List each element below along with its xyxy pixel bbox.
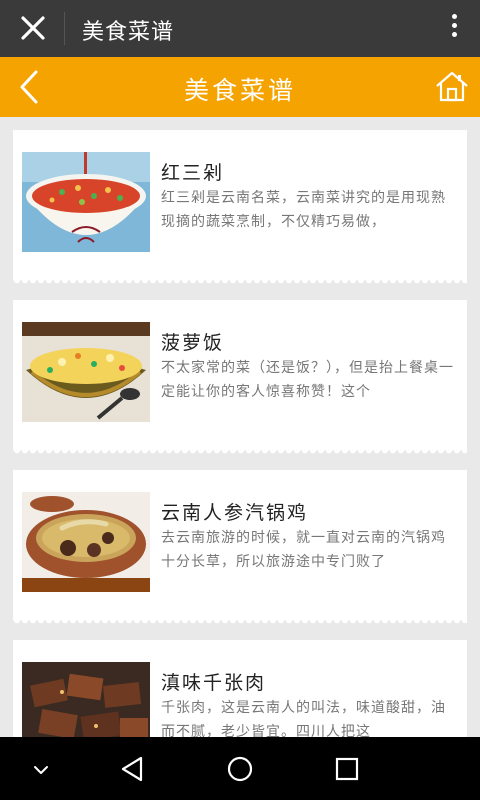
nav-back-button[interactable]: [116, 752, 150, 786]
app-topbar: 美食菜谱: [0, 0, 480, 57]
square-recents-icon: [335, 757, 359, 781]
system-nav-bar: [0, 737, 480, 800]
recipe-image-hongsanduo: [22, 152, 150, 252]
hide-keyboard-button[interactable]: [24, 752, 58, 786]
recipe-card[interactable]: 菠萝饭 不太家常的菜（还是饭？），但是抬上餐桌一定能让你的客人惊喜称赞！这个: [13, 300, 467, 458]
triangle-back-icon: [121, 756, 143, 782]
chevron-down-icon: [34, 766, 48, 774]
recipe-image-qianzhangrou: [22, 662, 150, 737]
recipe-description: 不太家常的菜（还是饭？），但是抬上餐桌一定能让你的客人惊喜称赞！这个: [161, 360, 454, 400]
page-title: 美食菜谱: [183, 76, 296, 105]
home-icon: [436, 71, 468, 102]
recipe-card[interactable]: 滇味千张肉 千张肉，这是云南人的叫法，味道酸甜，油而不腻，老少皆宜。四川人把这: [13, 640, 467, 737]
home-button[interactable]: [434, 69, 470, 105]
recipe-title: 云南人参汽锅鸡: [161, 502, 309, 524]
recipe-description: 去云南旅游的时候，就一直对云南的汽锅鸡十分长草，所以旅游途中专门败了: [161, 530, 446, 570]
recipe-image-qiguoji: [22, 492, 150, 592]
circle-home-icon: [227, 756, 253, 782]
recipe-description: 千张肉，这是云南人的叫法，味道酸甜，油而不腻，老少皆宜。四川人把这: [161, 700, 446, 737]
recipe-card[interactable]: 云南人参汽锅鸡 去云南旅游的时候，就一直对云南的汽锅鸡十分长草，所以旅游途中专门…: [13, 470, 467, 628]
recipe-image-boluofan: [22, 322, 150, 422]
recipe-title: 滇味千张肉: [161, 672, 267, 694]
more-vertical-icon: [446, 14, 462, 37]
page-header: 美食菜谱: [0, 57, 480, 117]
recipe-title: 菠萝饭: [161, 332, 225, 354]
close-button[interactable]: [10, 8, 54, 48]
nav-recents-button[interactable]: [330, 752, 364, 786]
recipe-card[interactable]: 红三剁 红三剁是云南名菜，云南菜讲究的是用现熟现摘的蔬菜烹制，不仅精巧易做，: [13, 130, 467, 288]
more-options-button[interactable]: [446, 10, 462, 46]
recipe-title: 红三剁: [161, 162, 225, 184]
close-icon: [21, 16, 45, 40]
recipe-description: 红三剁是云南名菜，云南菜讲究的是用现熟现摘的蔬菜烹制，不仅精巧易做，: [161, 190, 446, 230]
topbar-divider: [64, 12, 65, 45]
topbar-title: 美食菜谱: [82, 20, 175, 45]
nav-home-button[interactable]: [223, 752, 257, 786]
recipe-list[interactable]: 红三剁 红三剁是云南名菜，云南菜讲究的是用现熟现摘的蔬菜烹制，不仅精巧易做， 菠…: [0, 117, 480, 737]
